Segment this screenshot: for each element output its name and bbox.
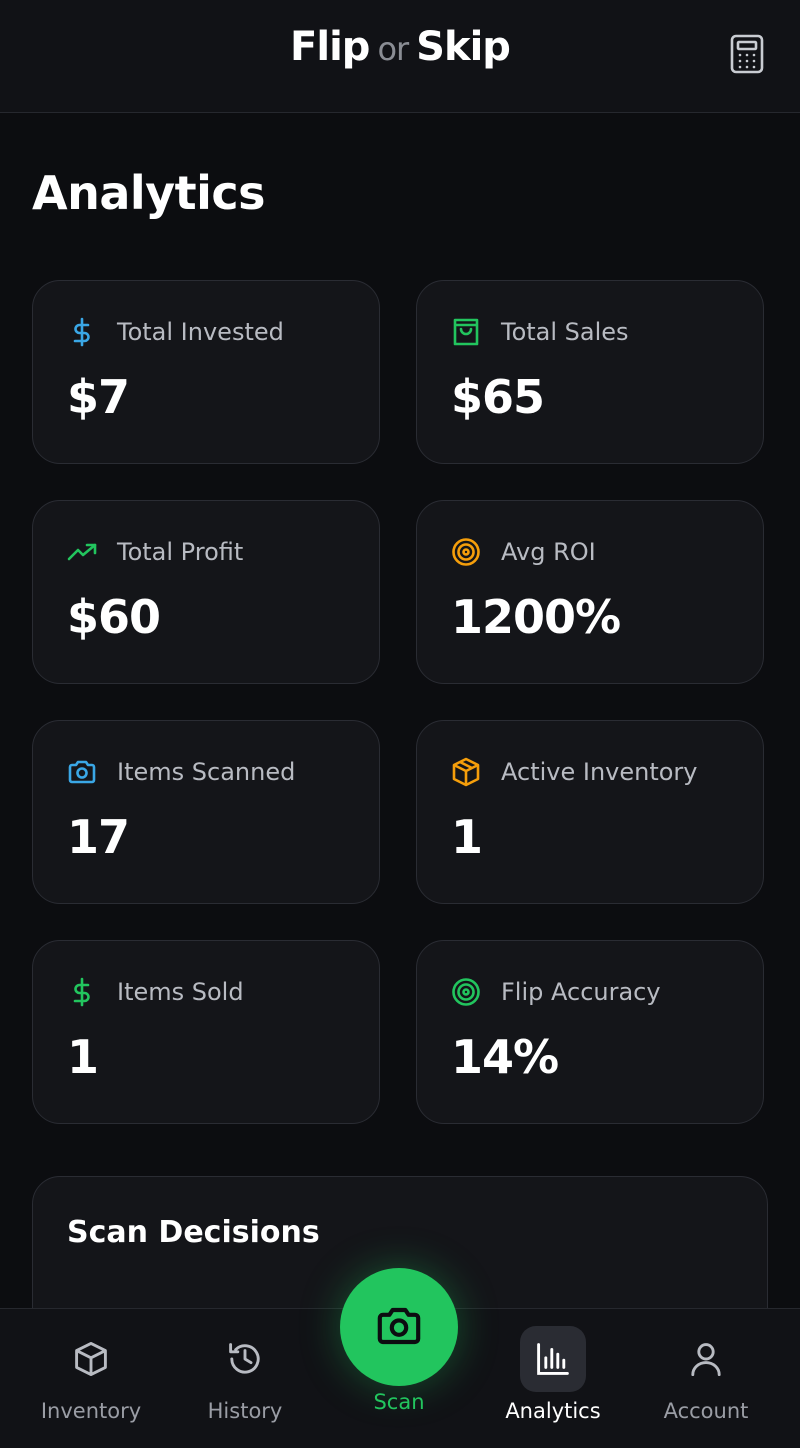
bar-chart-icon — [537, 1343, 569, 1375]
shopping-bag-icon — [453, 318, 479, 346]
stat-label: Avg ROI — [501, 538, 596, 566]
stat-card-items-sold: Items Sold 1 — [32, 940, 380, 1124]
stat-card-flip-accuracy: Flip Accuracy 14% — [416, 940, 764, 1124]
stat-label: Total Sales — [501, 318, 629, 346]
nav-item-history[interactable]: History — [165, 1309, 325, 1448]
nav-label: History — [207, 1399, 283, 1423]
stat-label: Items Sold — [117, 978, 244, 1006]
user-icon — [691, 1343, 721, 1377]
scan-decisions-title: Scan Decisions — [67, 1215, 320, 1250]
dollar-icon — [73, 977, 90, 1007]
stat-card-items-scanned: Items Scanned 17 — [32, 720, 380, 904]
app-root: Flip or Skip Analytics Total Invested $7… — [0, 0, 800, 1448]
nav-icon-wrap — [58, 1326, 124, 1392]
stat-label: Total Invested — [117, 318, 284, 346]
nav-icon-wrap — [520, 1326, 586, 1392]
nav-item-inventory[interactable]: Inventory — [11, 1309, 171, 1448]
calculator-icon — [730, 34, 764, 74]
box-icon — [452, 757, 480, 787]
page-title: Analytics — [32, 166, 266, 220]
stat-value: $60 — [67, 590, 161, 644]
target-icon — [452, 538, 480, 566]
trending-up-icon — [67, 543, 97, 561]
stat-card-active-inventory: Active Inventory 1 — [416, 720, 764, 904]
nav-icon-wrap — [212, 1326, 278, 1392]
stat-value: 14% — [451, 1030, 559, 1084]
stat-card-avg-roi: Avg ROI 1200% — [416, 500, 764, 684]
nav-icon-wrap — [673, 1326, 739, 1392]
calculator-button[interactable] — [730, 34, 764, 74]
stat-card-total-sales: Total Sales $65 — [416, 280, 764, 464]
stat-card-total-profit: Total Profit $60 — [32, 500, 380, 684]
nav-item-analytics[interactable]: Analytics — [473, 1309, 633, 1448]
nav-label: Inventory — [40, 1399, 142, 1423]
dollar-icon — [73, 317, 90, 347]
stat-label: Items Scanned — [117, 758, 296, 786]
history-icon — [229, 1343, 260, 1374]
stat-value: 1 — [67, 1030, 99, 1084]
stat-value: 1 — [451, 810, 483, 864]
app-logo: Flip or Skip — [0, 24, 800, 70]
stat-label: Active Inventory — [501, 758, 698, 786]
app-header: Flip or Skip — [0, 0, 800, 113]
nav-label: Account — [663, 1399, 749, 1423]
stat-value: $7 — [67, 370, 130, 424]
stat-label: Total Profit — [117, 538, 244, 566]
nav-item-account[interactable]: Account — [626, 1309, 786, 1448]
stat-value: $65 — [451, 370, 545, 424]
nav-label: Analytics — [505, 1399, 601, 1423]
box-icon — [75, 1341, 107, 1377]
scan-label: Scan — [373, 1390, 425, 1414]
camera-icon — [68, 760, 96, 784]
logo-word-or: or — [377, 30, 409, 68]
scan-button[interactable] — [340, 1268, 458, 1386]
target-icon — [452, 978, 480, 1006]
logo-word-flip: Flip — [290, 24, 370, 70]
logo-word-skip: Skip — [416, 24, 511, 70]
stat-card-total-invested: Total Invested $7 — [32, 280, 380, 464]
stat-value: 1200% — [451, 590, 621, 644]
stat-value: 17 — [67, 810, 130, 864]
stat-label: Flip Accuracy — [501, 978, 661, 1006]
camera-icon — [377, 1307, 421, 1345]
